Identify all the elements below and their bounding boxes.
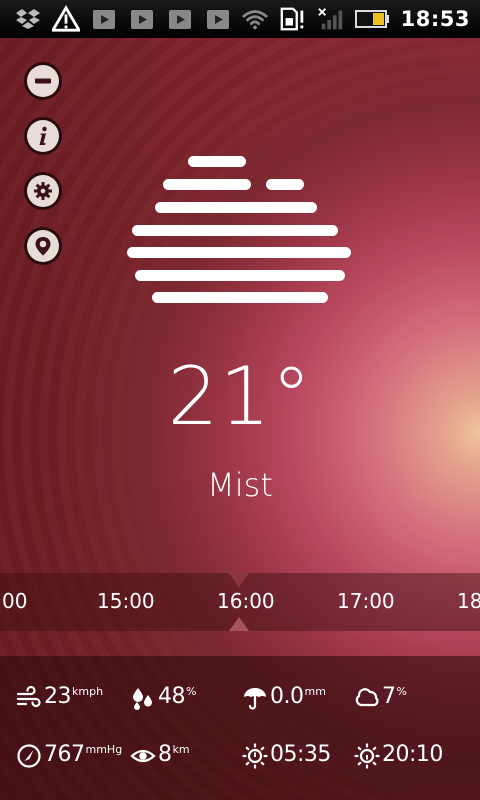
cloudiness-unit: % [396, 685, 407, 698]
play-icon [204, 6, 232, 32]
precipitation-stat: 0.0 mm [242, 684, 326, 714]
timeline-hour[interactable]: 17:00 [337, 589, 395, 613]
wifi-icon [241, 6, 269, 32]
precipitation-unit: mm [304, 685, 326, 698]
notification-icons [0, 5, 232, 32]
cloud-icon [355, 688, 379, 707]
weather-details-panel: 23 kmph 48 % 0.0 mm 7 % 767 mmHg 8 km 05… [0, 656, 480, 800]
play-icon [128, 6, 156, 32]
humidity-unit: % [186, 685, 197, 698]
sunset-value: 20:10 [382, 742, 443, 767]
mist-icon [127, 156, 351, 303]
condition-label: Mist [207, 466, 273, 504]
wind-stat: 23 kmph [16, 684, 103, 714]
timeline-hour-selected[interactable]: 16:00 [217, 589, 275, 613]
timeline-hour[interactable]: 15:00 [97, 589, 155, 613]
wind-icon [16, 685, 41, 708]
warning-icon [52, 5, 80, 32]
cloudiness-value: 7 [382, 684, 396, 709]
clock: 18:53 [400, 7, 470, 31]
visibility-stat: 8 km [130, 742, 190, 772]
sunrise-icon [242, 743, 268, 769]
umbrella-icon [244, 688, 266, 710]
pressure-value: 767 [44, 742, 85, 767]
timeline-hour[interactable]: 00 [2, 589, 27, 613]
humidity-stat: 48 % [130, 684, 196, 714]
signal-icon [317, 6, 345, 32]
timeline-marker-bottom [229, 617, 249, 631]
play-icon [166, 6, 194, 32]
battery-icon [354, 6, 391, 32]
sunrise-stat: 05:35 [242, 742, 331, 772]
dropbox-icon [14, 6, 42, 32]
visibility-value: 8 [158, 742, 172, 767]
humidity-drops-icon [133, 688, 152, 710]
pressure-unit: mmHg [85, 743, 123, 756]
timeline-marker-top [229, 573, 249, 587]
wind-unit: kmph [72, 685, 104, 698]
pressure-stat: 767 mmHg [16, 742, 122, 772]
eye-icon [130, 749, 156, 763]
sim-icon [279, 6, 307, 32]
status-bar: 18:53 [0, 0, 480, 38]
weather-screen: 21° Mist 00 15:00 16:00 17:00 18 23 kmph… [0, 38, 480, 800]
humidity-value: 48 [158, 684, 186, 709]
wind-value: 23 [44, 684, 72, 709]
timeline-hour[interactable]: 18 [457, 589, 480, 613]
play-icon [90, 6, 118, 32]
sunrise-value: 05:35 [270, 742, 331, 767]
temperature: 21° [167, 350, 313, 443]
cloudiness-stat: 7 % [354, 684, 407, 714]
system-icons: 18:53 [241, 0, 470, 38]
pressure-gauge-icon [17, 744, 41, 768]
precipitation-value: 0.0 [270, 684, 304, 709]
visibility-unit: km [172, 743, 190, 756]
sunset-stat: 20:10 [354, 742, 443, 772]
sunset-icon [354, 743, 380, 769]
